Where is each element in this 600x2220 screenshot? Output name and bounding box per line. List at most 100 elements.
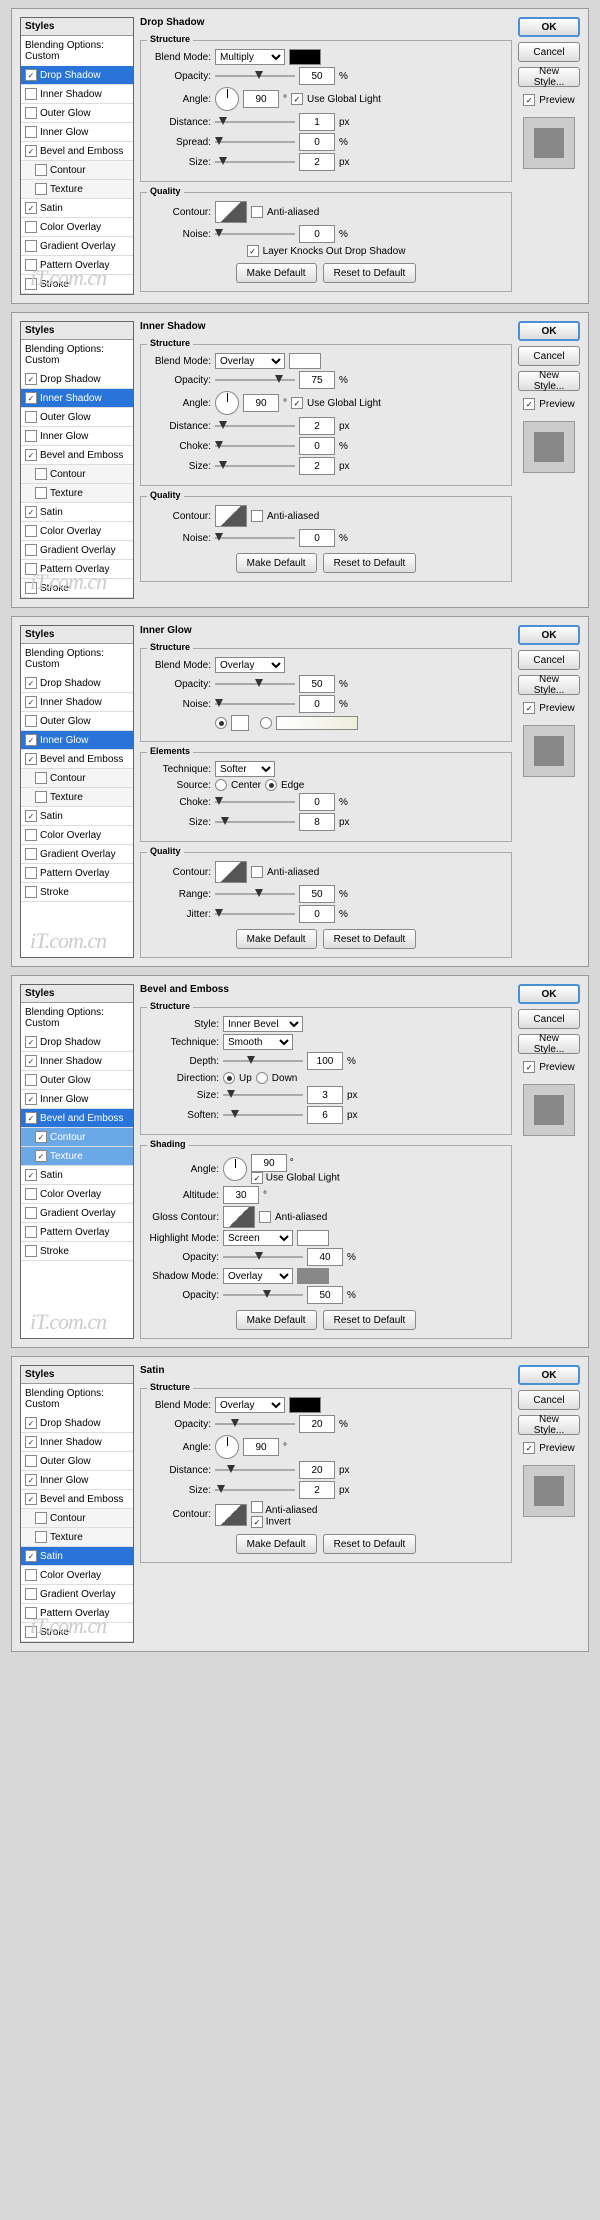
- style-item-outer-glow[interactable]: Outer Glow: [21, 712, 133, 731]
- style-item-outer-glow[interactable]: Outer Glow: [21, 1071, 133, 1090]
- number-input[interactable]: [299, 1481, 335, 1499]
- slider[interactable]: [223, 1056, 303, 1066]
- slider[interactable]: [215, 699, 295, 709]
- style-item-color-overlay[interactable]: Color Overlay: [21, 1185, 133, 1204]
- number-input[interactable]: [307, 1052, 343, 1070]
- style-item-gradient-overlay[interactable]: Gradient Overlay: [21, 845, 133, 864]
- checkbox[interactable]: ✓: [523, 398, 535, 410]
- style-item-contour[interactable]: Contour: [21, 769, 133, 788]
- style-item-inner-glow[interactable]: ✓Inner Glow: [21, 1090, 133, 1109]
- dropdown[interactable]: Screen: [223, 1230, 293, 1246]
- number-input[interactable]: [299, 905, 335, 923]
- make-default-button[interactable]: Make Default: [236, 1310, 317, 1330]
- slider[interactable]: [215, 797, 295, 807]
- style-item-drop-shadow[interactable]: ✓Drop Shadow: [21, 370, 133, 389]
- checkbox[interactable]: ✓: [291, 397, 303, 409]
- reset-default-button[interactable]: Reset to Default: [323, 263, 417, 283]
- style-item-inner-glow[interactable]: Inner Glow: [21, 427, 133, 446]
- style-item-inner-shadow[interactable]: ✓Inner Shadow: [21, 1433, 133, 1452]
- checkbox[interactable]: ✓: [25, 810, 37, 822]
- checkbox[interactable]: [25, 1569, 37, 1581]
- checkbox[interactable]: ✓: [25, 1055, 37, 1067]
- style-item-satin[interactable]: ✓Satin: [21, 199, 133, 218]
- style-item-color-overlay[interactable]: Color Overlay: [21, 218, 133, 237]
- dropdown[interactable]: Overlay: [223, 1268, 293, 1284]
- checkbox[interactable]: ✓: [25, 734, 37, 746]
- style-item-stroke[interactable]: Stroke: [21, 883, 133, 902]
- style-item-contour[interactable]: Contour: [21, 161, 133, 180]
- cancel-button[interactable]: Cancel: [518, 42, 580, 62]
- checkbox[interactable]: ✓: [25, 392, 37, 404]
- checkbox[interactable]: ✓: [25, 145, 37, 157]
- checkbox[interactable]: [251, 510, 263, 522]
- checkbox[interactable]: [25, 1455, 37, 1467]
- number-input[interactable]: [299, 67, 335, 85]
- style-item-texture[interactable]: Texture: [21, 484, 133, 503]
- checkbox[interactable]: [25, 886, 37, 898]
- checkbox[interactable]: [25, 1588, 37, 1600]
- checkbox[interactable]: [25, 867, 37, 879]
- checkbox[interactable]: [25, 1607, 37, 1619]
- checkbox[interactable]: ✓: [291, 93, 303, 105]
- preview-toggle[interactable]: ✓ Preview: [518, 94, 580, 106]
- blending-options[interactable]: Blending Options: Custom: [21, 340, 133, 370]
- checkbox[interactable]: [259, 1211, 271, 1223]
- angle-dial[interactable]: [215, 391, 239, 415]
- color-swatch[interactable]: [289, 353, 321, 369]
- dropdown[interactable]: Smooth: [223, 1034, 293, 1050]
- style-item-inner-shadow[interactable]: ✓Inner Shadow: [21, 1052, 133, 1071]
- checkbox[interactable]: [25, 563, 37, 575]
- number-input[interactable]: [299, 885, 335, 903]
- style-item-bevel-and-emboss[interactable]: ✓Bevel and Emboss: [21, 750, 133, 769]
- checkbox[interactable]: ✓: [25, 1474, 37, 1486]
- number-input[interactable]: [243, 90, 279, 108]
- checkbox[interactable]: ✓: [523, 1061, 535, 1073]
- checkbox[interactable]: [25, 1207, 37, 1219]
- checkbox[interactable]: ✓: [35, 1150, 47, 1162]
- checkbox[interactable]: [35, 183, 47, 195]
- slider[interactable]: [215, 461, 295, 471]
- cancel-button[interactable]: Cancel: [518, 346, 580, 366]
- checkbox[interactable]: [25, 88, 37, 100]
- preview-toggle[interactable]: ✓ Preview: [518, 1442, 580, 1454]
- style-item-drop-shadow[interactable]: ✓Drop Shadow: [21, 1414, 133, 1433]
- checkbox[interactable]: ✓: [25, 1169, 37, 1181]
- number-input[interactable]: [299, 417, 335, 435]
- cancel-button[interactable]: Cancel: [518, 1390, 580, 1410]
- number-input[interactable]: [299, 813, 335, 831]
- number-input[interactable]: [307, 1248, 343, 1266]
- style-item-contour[interactable]: Contour: [21, 465, 133, 484]
- checkbox[interactable]: [25, 240, 37, 252]
- new-style-button[interactable]: New Style...: [518, 675, 580, 695]
- checkbox[interactable]: ✓: [25, 1493, 37, 1505]
- checkbox[interactable]: [35, 164, 47, 176]
- checkbox[interactable]: [25, 1188, 37, 1200]
- checkbox[interactable]: ✓: [25, 449, 37, 461]
- radio-gradient[interactable]: [260, 717, 272, 729]
- number-input[interactable]: [243, 1438, 279, 1456]
- reset-default-button[interactable]: Reset to Default: [323, 553, 417, 573]
- checkbox[interactable]: ✓: [35, 1131, 47, 1143]
- preview-toggle[interactable]: ✓ Preview: [518, 398, 580, 410]
- style-item-pattern-overlay[interactable]: Pattern Overlay: [21, 560, 133, 579]
- number-input[interactable]: [299, 695, 335, 713]
- radio-center[interactable]: [215, 779, 227, 791]
- checkbox[interactable]: ✓: [25, 1436, 37, 1448]
- new-style-button[interactable]: New Style...: [518, 67, 580, 87]
- blending-options[interactable]: Blending Options: Custom: [21, 36, 133, 66]
- slider[interactable]: [215, 679, 295, 689]
- slider[interactable]: [215, 1485, 295, 1495]
- dropdown[interactable]: Inner Bevel: [223, 1016, 303, 1032]
- checkbox[interactable]: [35, 487, 47, 499]
- style-item-bevel-and-emboss[interactable]: ✓Bevel and Emboss: [21, 446, 133, 465]
- checkbox[interactable]: ✓: [523, 702, 535, 714]
- slider[interactable]: [215, 375, 295, 385]
- ok-button[interactable]: OK: [518, 17, 580, 37]
- style-item-satin[interactable]: ✓Satin: [21, 1166, 133, 1185]
- color-swatch[interactable]: [297, 1268, 329, 1284]
- style-item-pattern-overlay[interactable]: Pattern Overlay: [21, 1223, 133, 1242]
- style-item-stroke[interactable]: Stroke: [21, 275, 133, 294]
- style-item-drop-shadow[interactable]: ✓Drop Shadow: [21, 674, 133, 693]
- slider[interactable]: [215, 71, 295, 81]
- slider[interactable]: [215, 421, 295, 431]
